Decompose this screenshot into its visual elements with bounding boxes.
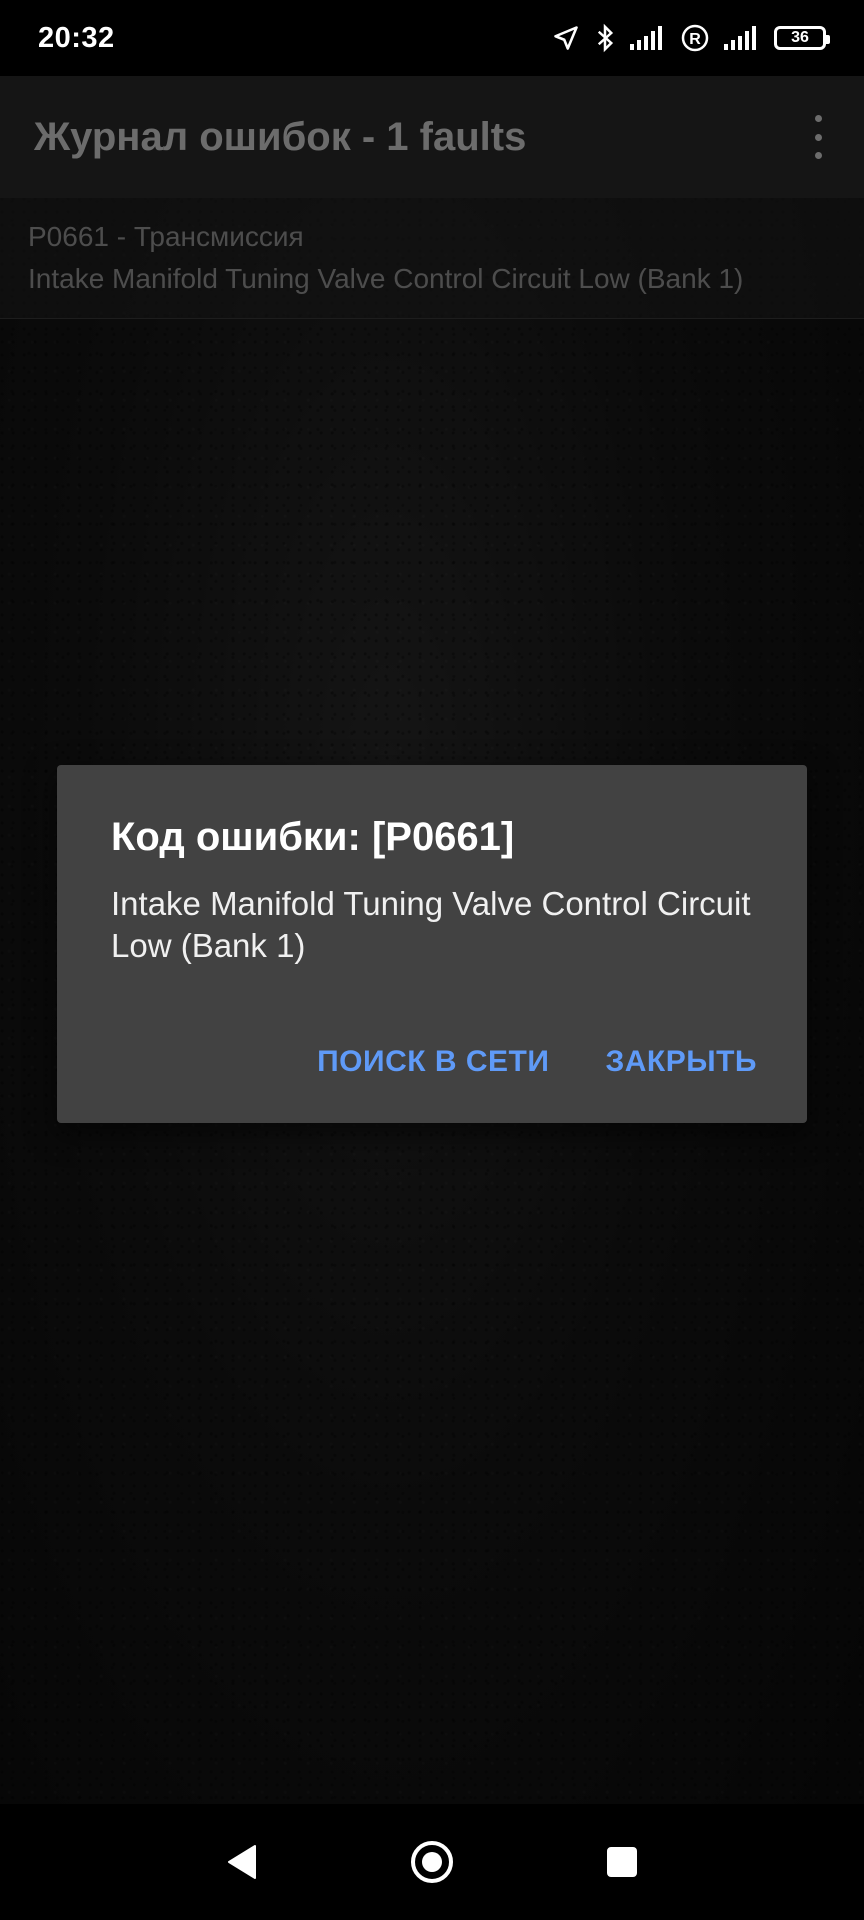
svg-text:R: R <box>689 31 701 48</box>
dialog-actions: ПОИСК В СЕТИ ЗАКРЫТЬ <box>317 1045 757 1079</box>
location-arrow-icon <box>552 24 580 52</box>
signal-icon <box>724 26 760 50</box>
status-bar: 20:32 R 36 <box>0 0 864 76</box>
status-time: 20:32 <box>38 21 115 54</box>
home-icon[interactable] <box>337 1804 527 1920</box>
battery-icon: 36 <box>774 26 830 50</box>
battery-level: 36 <box>791 29 809 46</box>
roaming-icon: R <box>680 23 710 53</box>
dialog-title: Код ошибки: [P0661] <box>111 815 515 859</box>
recents-icon[interactable] <box>527 1804 717 1920</box>
close-button[interactable]: ЗАКРЫТЬ <box>605 1045 757 1079</box>
search-online-button[interactable]: ПОИСК В СЕТИ <box>317 1045 549 1079</box>
back-icon[interactable] <box>147 1804 337 1920</box>
screen: 20:32 R 36 Код ошибки: [P0661] Intake Ma… <box>0 0 864 1920</box>
nav-bar <box>0 1804 864 1920</box>
fault-dialog: Код ошибки: [P0661] Intake Manifold Tuni… <box>57 765 807 1123</box>
bluetooth-icon <box>594 23 616 53</box>
dialog-message: Intake Manifold Tuning Valve Control Cir… <box>111 885 751 964</box>
signal-icon <box>630 26 666 50</box>
status-icons: R 36 <box>552 23 830 53</box>
